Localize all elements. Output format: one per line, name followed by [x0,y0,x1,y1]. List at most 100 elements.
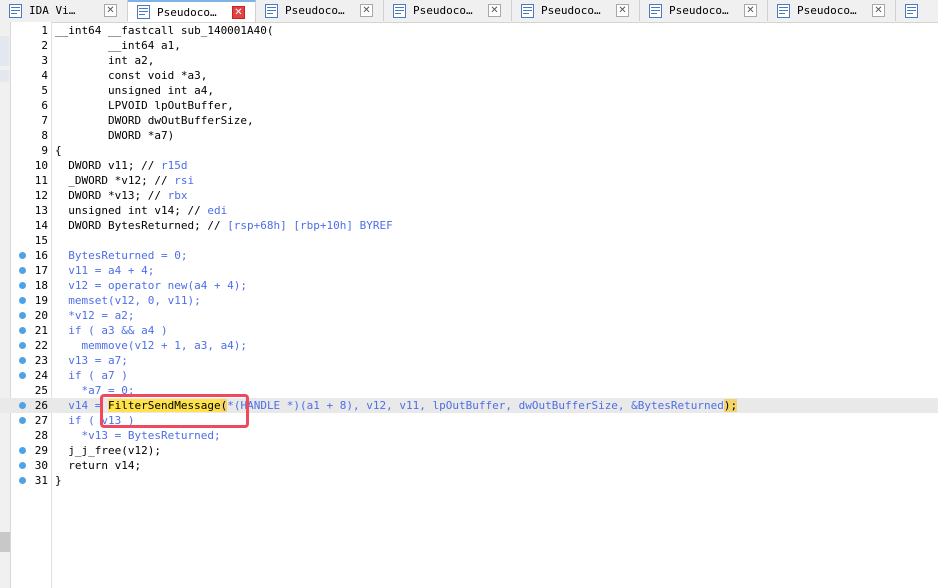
breakpoint-dot-icon[interactable] [19,342,26,349]
breakpoint-dot-icon[interactable] [19,267,26,274]
code-line[interactable]: 1 __int64 __fastcall sub_140001A40( [0,23,938,38]
code-line[interactable]: 21 if ( a3 && a4 ) [0,323,938,338]
code-line[interactable]: 2 __int64 a1, [0,38,938,53]
line-number: 2 [41,39,48,52]
line-number: 31 [34,474,48,487]
code-line[interactable]: 6 LPVOID lpOutBuffer, [0,98,938,113]
line-number: 26 [34,399,48,412]
code-text: const void *a3, [55,69,208,82]
pseudocode-view[interactable]: 1 __int64 __fastcall sub_140001A40( 2 __i… [0,22,938,588]
code-text: DWORD *v13; // rbx [55,188,187,203]
code-text: memmove(v12 + 1, a3, a4); [55,339,248,352]
breakpoint-dot-icon[interactable] [19,297,26,304]
code-line[interactable]: 11 _DWORD *v12; // rsi [0,173,938,188]
code-text: } [55,474,62,487]
close-icon[interactable]: ✕ [488,4,501,17]
line-number: 4 [41,69,48,82]
tab-label: Pseudoco… [413,4,473,17]
breakpoint-dot-icon[interactable] [19,417,26,424]
code-line[interactable]: 13 unsigned int v14; // edi [0,203,938,218]
tab-label: Pseudoco… [285,4,345,17]
line-number: 5 [41,84,48,97]
close-icon[interactable]: ✕ [104,4,117,17]
code-line[interactable]: 9{ [0,143,938,158]
code-token: DWORD BytesReturned; // [55,219,228,232]
tab-pseudocode[interactable]: Pseudoco… ✕ [512,0,640,21]
code-line[interactable]: 15 [0,233,938,248]
tab-label: Pseudoco… [797,4,857,17]
line-number: 8 [41,129,48,142]
tab-label: Pseudoco… [669,4,729,17]
line-number: 29 [34,444,48,457]
breakpoint-dot-icon[interactable] [19,447,26,454]
code-line[interactable]: 20 *v12 = a2; [0,308,938,323]
tab-pseudocode-partial[interactable] [896,0,938,21]
code-line[interactable]: 18 v12 = operator new(a4 + 4); [0,278,938,293]
tab-pseudocode[interactable]: Pseudoco… ✕ [640,0,768,21]
code-line[interactable]: 14 DWORD BytesReturned; // [rsp+68h] [rb… [0,218,938,233]
code-line[interactable]: 19 memset(v12, 0, v11); [0,293,938,308]
breakpoint-dot-icon[interactable] [19,327,26,334]
code-line[interactable]: 8 DWORD *a7) [0,128,938,143]
code-line[interactable]: 17 v11 = a4 + 4; [0,263,938,278]
code-line[interactable]: 3 int a2, [0,53,938,68]
breakpoint-dot-icon[interactable] [19,252,26,259]
code-text: v13 = a7; [55,354,128,367]
code-text: BytesReturned = 0; [55,249,188,262]
code-line[interactable]: 12 DWORD *v13; // rbx [0,188,938,203]
close-icon[interactable]: ✕ [872,4,885,17]
close-icon[interactable]: ✕ [744,4,757,17]
code-line[interactable]: 30 return v14; [0,458,938,473]
breakpoint-dot-icon[interactable] [19,282,26,289]
line-number: 11 [34,174,48,187]
tab-ida-view[interactable]: IDA Vi… ✕ [0,0,128,21]
line-number: 7 [41,114,48,127]
line-number: 6 [41,99,48,112]
code-token: DWORD v11; // [55,159,161,172]
code-text: { [55,144,62,157]
line-number: 25 [34,384,48,397]
breakpoint-dot-icon[interactable] [19,462,26,469]
breakpoint-dot-icon[interactable] [19,372,26,379]
line-number: 19 [34,294,48,307]
code-line[interactable]: 23 v13 = a7; [0,353,938,368]
line-number: 15 [34,234,48,247]
code-line[interactable]: 4 const void *a3, [0,68,938,83]
paren-match: ); [723,399,738,412]
line-number: 30 [34,459,48,472]
code-text: unsigned int a4, [55,84,214,97]
tab-pseudocode[interactable]: Pseudoco… ✕ [768,0,896,21]
code-text: unsigned int v14; // edi [55,203,227,218]
pseudocode-icon [905,3,918,18]
breakpoint-dot-icon[interactable] [19,357,26,364]
line-number: 17 [34,264,48,277]
breakpoint-dot-icon[interactable] [19,477,26,484]
code-text: *v12 = a2; [55,309,135,322]
code-line[interactable]: 16 BytesReturned = 0; [0,248,938,263]
annotation-highlight-box [100,394,249,428]
code-line[interactable]: 29 j_j_free(v12); [0,443,938,458]
close-icon[interactable]: ✕ [232,6,245,19]
register-comment: edi [207,204,228,217]
code-line[interactable]: 28 *v13 = BytesReturned; [0,428,938,443]
code-token: *(HANDLE *)(a1 + 8), v12, v11, lpOutBuff… [227,399,724,412]
tab-pseudocode[interactable]: Pseudoco… ✕ [384,0,512,21]
code-line[interactable]: 5 unsigned int a4, [0,83,938,98]
pseudocode-icon [393,3,406,18]
code-line[interactable]: 10 DWORD v11; // r15d [0,158,938,173]
breakpoint-dot-icon[interactable] [19,402,26,409]
close-icon[interactable]: ✕ [616,4,629,17]
code-line[interactable]: 7 DWORD dwOutBufferSize, [0,113,938,128]
register-comment: [rsp+68h] [rbp+10h] BYREF [227,219,393,232]
close-icon[interactable]: ✕ [360,4,373,17]
line-number: 10 [34,159,48,172]
line-number: 14 [34,219,48,232]
tab-label: Pseudoco… [157,5,217,19]
code-text: int a2, [55,54,155,67]
tab-pseudocode-active[interactable]: Pseudoco… ✕ [128,0,256,22]
tab-pseudocode[interactable]: Pseudoco… ✕ [256,0,384,21]
code-line[interactable]: 31} [0,473,938,488]
code-line[interactable]: 22 memmove(v12 + 1, a3, a4); [0,338,938,353]
breakpoint-dot-icon[interactable] [19,312,26,319]
code-line[interactable]: 24 if ( a7 ) [0,368,938,383]
